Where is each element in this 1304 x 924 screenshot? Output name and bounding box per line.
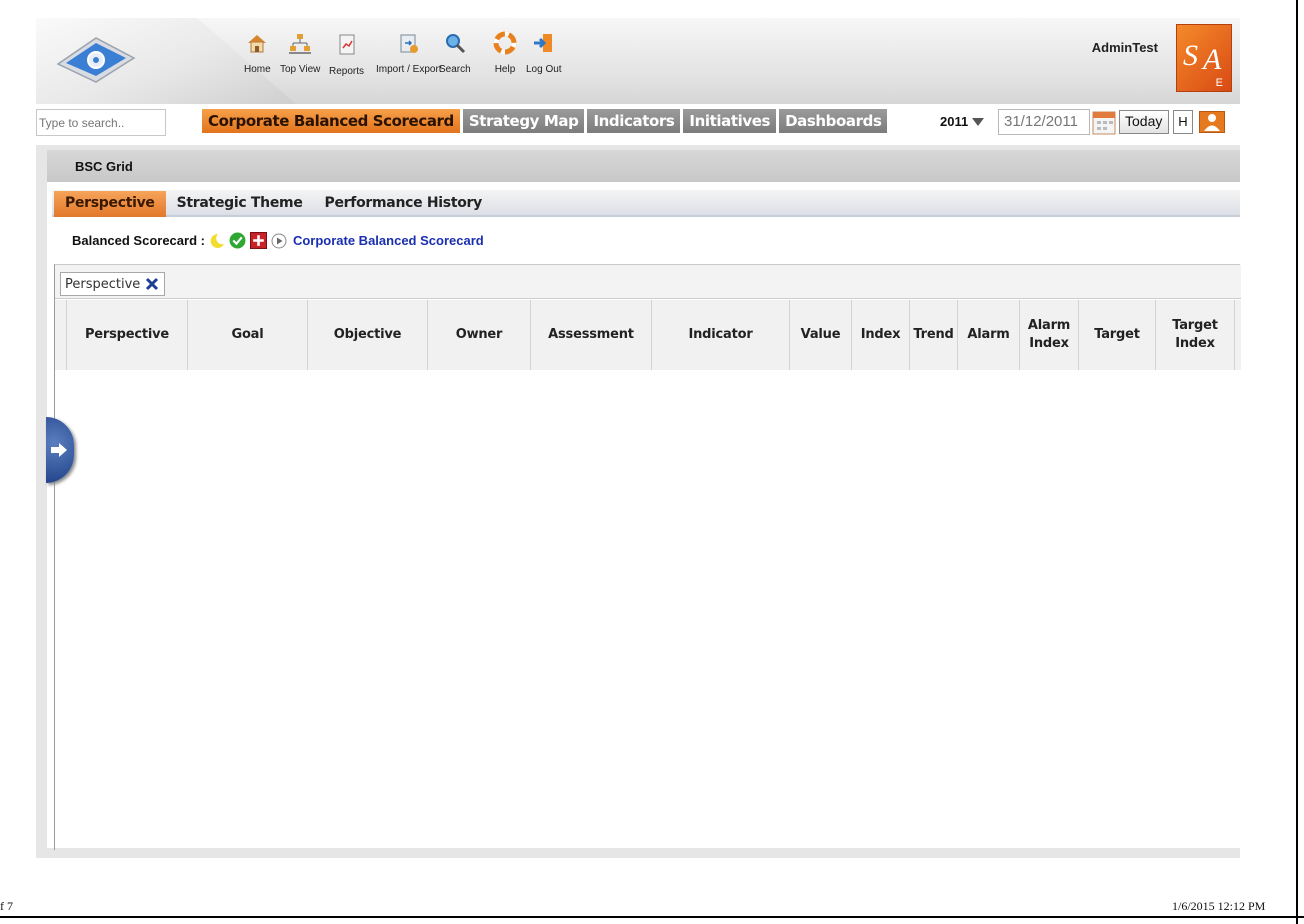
column-header-alarm-index[interactable]: Alarm Index <box>1020 300 1079 370</box>
scorecard-line: Balanced Scorecard : Corporate Balanced … <box>72 232 484 249</box>
nav-import-export[interactable]: Import / Export <box>376 30 442 75</box>
column-header-goal[interactable]: Goal <box>188 300 308 370</box>
subtabs: Perspective Strategic Theme Performance … <box>54 191 493 217</box>
tab-strategy-map[interactable]: Strategy Map <box>462 109 585 133</box>
tab-initiatives[interactable]: Initiatives <box>683 109 777 133</box>
year-dropdown[interactable]: 2011 <box>940 114 985 129</box>
nav-help-label: Help <box>494 64 516 75</box>
brand-logo-letter-e: E <box>1215 77 1223 89</box>
user-icon <box>1204 114 1220 131</box>
import-export-icon <box>396 30 422 56</box>
column-header-assessment[interactable]: Assessment <box>531 300 652 370</box>
brand-logo-letter-a: A <box>1203 43 1222 76</box>
column-header-value[interactable]: Value <box>790 300 852 370</box>
main-tabs: Corporate Balanced Scorecard Strategy Ma… <box>202 109 888 133</box>
expand-plus-icon[interactable] <box>249 232 267 249</box>
play-circle-icon[interactable] <box>271 233 287 249</box>
nav-top-view[interactable]: Top View <box>280 30 320 75</box>
nav-reports-label: Reports <box>329 66 365 77</box>
moon-icon[interactable] <box>209 233 225 249</box>
nav-top-view-label: Top View <box>280 64 321 75</box>
user-name: AdminTest <box>1091 40 1158 55</box>
group-chip-perspective[interactable]: Perspective <box>60 272 166 296</box>
check-circle-icon[interactable] <box>229 232 246 249</box>
nav-home[interactable]: Home <box>244 30 271 75</box>
column-header-perspective[interactable]: Perspective <box>67 300 188 370</box>
scorecard-label: Balanced Scorecard : <box>72 233 205 248</box>
nav-search-label: Search <box>439 64 471 75</box>
app-logo-icon <box>56 37 136 83</box>
logout-icon <box>531 30 557 56</box>
hierarchy-icon <box>287 30 313 56</box>
nav-home-label: Home <box>244 64 271 75</box>
nav-help[interactable]: Help <box>492 30 518 75</box>
date-field[interactable]: 31/12/2011 <box>998 109 1090 135</box>
tab-dashboards[interactable]: Dashboards <box>779 109 888 133</box>
column-header-owner[interactable]: Owner <box>428 300 531 370</box>
brand-logo: S A E <box>1176 24 1232 92</box>
search-icon <box>442 30 468 56</box>
search-input[interactable] <box>36 109 166 136</box>
chevron-down-icon <box>972 117 985 126</box>
report-icon <box>334 32 360 58</box>
calendar-icon[interactable] <box>1092 109 1116 135</box>
page-frame-bottom <box>0 916 1304 918</box>
subtab-performance-history[interactable]: Performance History <box>314 191 493 217</box>
help-lifebuoy-icon <box>492 30 518 56</box>
column-header-alarm[interactable]: Alarm <box>958 300 1020 370</box>
footer-timestamp: 1/6/2015 12:12 PM <box>1172 899 1266 913</box>
home-icon <box>244 30 270 56</box>
user-profile-button[interactable] <box>1199 111 1225 133</box>
tab-corporate-balanced-scorecard[interactable]: Corporate Balanced Scorecard <box>202 109 460 133</box>
h-button[interactable]: H <box>1173 110 1193 134</box>
grid-header-row: Perspective Goal Objective Owner Assessm… <box>55 300 1241 370</box>
column-header-objective[interactable]: Objective <box>308 300 428 370</box>
today-button[interactable]: Today <box>1119 110 1169 134</box>
column-header-trend[interactable]: Trend <box>910 300 958 370</box>
panel-title: BSC Grid <box>47 150 1240 182</box>
tab-indicators[interactable]: Indicators <box>587 109 681 133</box>
bsc-grid: Perspective Perspective Goal Objective O… <box>54 264 1241 850</box>
close-icon[interactable] <box>144 276 160 292</box>
scorecard-link[interactable]: Corporate Balanced Scorecard <box>293 233 484 248</box>
brand-logo-letter-s: S <box>1183 39 1198 72</box>
subtab-perspective[interactable]: Perspective <box>54 191 166 217</box>
page-frame-right <box>1296 0 1298 924</box>
nav-logout[interactable]: Log Out <box>526 30 562 75</box>
footer-page-number: f 7 <box>0 899 13 913</box>
nav-logout-label: Log Out <box>526 64 562 75</box>
app-header: Home Top View Reports Import / Export Se… <box>36 18 1240 104</box>
nav-reports[interactable]: Reports <box>329 32 364 77</box>
group-chip-label: Perspective <box>65 276 141 292</box>
grid-header-spacer <box>55 300 67 370</box>
year-value: 2011 <box>940 114 969 129</box>
column-header-target-index[interactable]: Target Index <box>1156 300 1235 370</box>
column-header-index[interactable]: Index <box>852 300 910 370</box>
subtab-strategic-theme[interactable]: Strategic Theme <box>166 191 314 217</box>
column-header-indicator[interactable]: Indicator <box>652 300 790 370</box>
nav-import-export-label: Import / Export <box>376 64 442 75</box>
column-header-target[interactable]: Target <box>1079 300 1156 370</box>
arrow-right-icon <box>51 443 67 457</box>
group-by-bar: Perspective <box>55 265 1241 299</box>
nav-search[interactable]: Search <box>439 30 471 75</box>
